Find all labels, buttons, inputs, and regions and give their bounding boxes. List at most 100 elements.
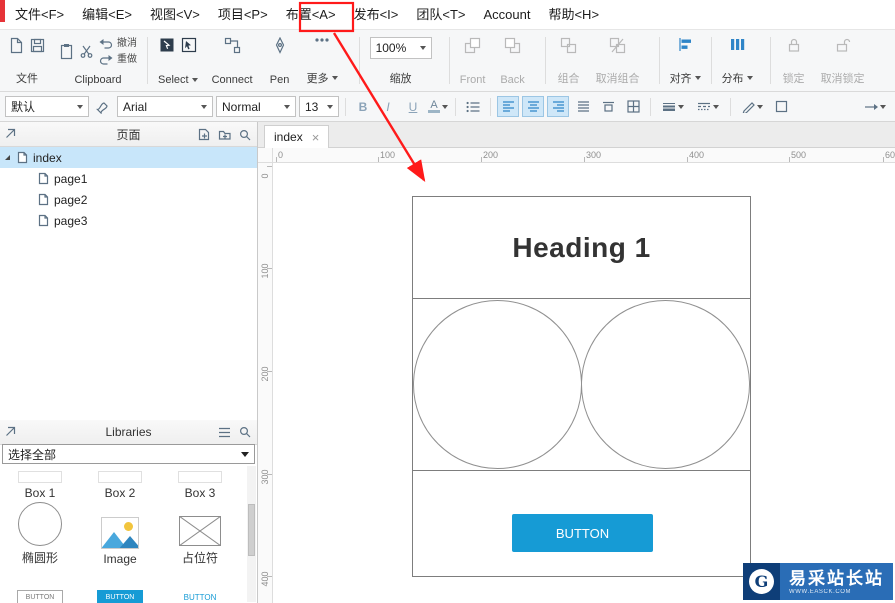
menu-item-arrange[interactable]: 布置<A> bbox=[280, 1, 342, 29]
group-button[interactable] bbox=[560, 37, 577, 54]
menu-item-view[interactable]: 视图<V> bbox=[144, 1, 206, 29]
line-style-select[interactable] bbox=[692, 96, 724, 117]
font-size-select[interactable]: 13 bbox=[299, 96, 339, 117]
ungroup-button[interactable] bbox=[609, 37, 626, 54]
library-item-box2[interactable]: Box 2 bbox=[80, 466, 160, 500]
wireframe-circle-left[interactable] bbox=[413, 300, 582, 469]
axure-app-window: 文件<F> 编辑<E> 视图<V> 项目<P> 布置<A> 发布<I> 团队<T… bbox=[0, 0, 895, 603]
undo-label: 撤消 bbox=[117, 38, 137, 49]
design-canvas[interactable]: Heading 1 BUTTON bbox=[273, 163, 895, 603]
font-color-button[interactable]: A bbox=[427, 96, 449, 117]
tree-item-page1[interactable]: page1 bbox=[0, 168, 257, 189]
toolbar-separator bbox=[147, 37, 148, 84]
wireframe-circles-section[interactable] bbox=[413, 299, 750, 471]
align-left-button[interactable] bbox=[497, 96, 519, 117]
box-thumbnail bbox=[98, 471, 142, 483]
select-intersect-button[interactable] bbox=[181, 37, 197, 53]
undo-icon bbox=[99, 38, 113, 49]
zoom-select[interactable]: 100% bbox=[369, 37, 432, 59]
tree-item-index[interactable]: index bbox=[0, 147, 257, 168]
save-button[interactable] bbox=[30, 38, 45, 53]
more-shapes-button[interactable] bbox=[314, 37, 330, 43]
scrollbar-thumb[interactable] bbox=[248, 504, 255, 556]
libraries-collapse-button[interactable] bbox=[5, 426, 16, 437]
redo-button[interactable]: 重做 bbox=[99, 53, 137, 66]
menu-item-file[interactable]: 文件<F> bbox=[9, 1, 70, 29]
font-weight-select[interactable]: Normal bbox=[216, 96, 296, 117]
bold-button[interactable]: B bbox=[352, 96, 374, 117]
tab-index[interactable]: index × bbox=[264, 125, 330, 148]
pages-collapse-button[interactable] bbox=[5, 128, 16, 139]
toolbar-separator bbox=[710, 37, 712, 84]
close-icon[interactable]: × bbox=[312, 131, 320, 144]
align-right-button[interactable] bbox=[547, 96, 569, 117]
wireframe-button[interactable]: BUTTON bbox=[512, 514, 653, 552]
chevron-down-icon bbox=[331, 76, 338, 80]
underline-button[interactable]: U bbox=[402, 96, 424, 117]
library-item-ellipse[interactable]: 椭圆形 bbox=[0, 500, 80, 566]
line-weight-select[interactable] bbox=[657, 96, 689, 117]
unlock-button[interactable] bbox=[835, 37, 851, 53]
vertical-align-button[interactable] bbox=[597, 96, 619, 117]
bullet-list-button[interactable] bbox=[462, 96, 484, 117]
library-item-box1[interactable]: Box 1 bbox=[0, 466, 80, 500]
zoom-value: 100% bbox=[375, 41, 407, 55]
libraries-scrollbar[interactable] bbox=[247, 466, 256, 602]
menu-item-account[interactable]: Account bbox=[477, 1, 536, 29]
align-center-button[interactable] bbox=[522, 96, 544, 117]
library-item-button-fill[interactable]: BUTTON bbox=[80, 566, 160, 603]
tree-item-page3[interactable]: page3 bbox=[0, 210, 257, 231]
pages-panel-title: 页面 bbox=[116, 127, 141, 142]
bring-front-button[interactable] bbox=[464, 37, 481, 54]
library-item-placeholder[interactable]: 占位符 bbox=[160, 500, 240, 566]
wireframe-container-rect[interactable]: Heading 1 BUTTON bbox=[412, 196, 751, 577]
cut-button[interactable] bbox=[80, 45, 93, 58]
library-filter-select[interactable]: 选择全部 bbox=[2, 444, 255, 464]
send-back-button[interactable] bbox=[504, 37, 521, 54]
grid-button[interactable] bbox=[622, 96, 644, 117]
border-visibility-button[interactable] bbox=[770, 96, 792, 117]
align-justify-button[interactable] bbox=[572, 96, 594, 117]
widget-style-select[interactable]: 默认 bbox=[5, 96, 89, 117]
menu-item-team[interactable]: 团队<T> bbox=[410, 1, 471, 29]
format-painter-button[interactable] bbox=[92, 96, 114, 117]
menu-item-edit[interactable]: 编辑<E> bbox=[76, 1, 138, 29]
libraries-menu-button[interactable] bbox=[218, 427, 231, 438]
library-item-box3[interactable]: Box 3 bbox=[160, 466, 240, 500]
pen-button[interactable] bbox=[273, 37, 287, 54]
wireframe-heading-section[interactable]: Heading 1 bbox=[413, 197, 750, 299]
wireframe-heading[interactable]: Heading 1 bbox=[512, 232, 650, 264]
border-pen-button[interactable] bbox=[737, 96, 767, 117]
select-tool-button[interactable] bbox=[159, 37, 175, 53]
library-item-button-link[interactable]: BUTTON bbox=[160, 566, 240, 603]
pages-search-button[interactable] bbox=[239, 129, 251, 141]
chevron-down-icon bbox=[678, 104, 684, 109]
font-family-select[interactable]: Arial bbox=[117, 96, 213, 117]
libraries-search-button[interactable] bbox=[239, 426, 251, 438]
search-icon bbox=[239, 129, 251, 140]
lock-button[interactable] bbox=[787, 37, 801, 53]
new-file-button[interactable] bbox=[9, 37, 24, 54]
menu-item-project[interactable]: 项目<P> bbox=[212, 1, 274, 29]
library-item-image[interactable]: Image bbox=[80, 500, 160, 566]
align-button[interactable] bbox=[678, 37, 693, 52]
menu-item-help[interactable]: 帮助<H> bbox=[542, 1, 605, 29]
tree-item-page2[interactable]: page2 bbox=[0, 189, 257, 210]
undo-button[interactable]: 撤消 bbox=[99, 37, 137, 50]
connect-button[interactable] bbox=[224, 37, 241, 54]
tree-item-label: page2 bbox=[54, 192, 88, 207]
arrow-style-select[interactable] bbox=[860, 96, 890, 117]
menu-item-publish[interactable]: 发布<I> bbox=[348, 1, 405, 29]
distribute-button[interactable] bbox=[730, 37, 745, 52]
chevron-down-icon bbox=[694, 76, 701, 80]
italic-button[interactable]: I bbox=[377, 96, 399, 117]
paste-button[interactable] bbox=[59, 43, 74, 60]
redo-icon bbox=[99, 54, 113, 65]
toolbar-separator bbox=[358, 37, 360, 84]
wireframe-circle-right[interactable] bbox=[581, 300, 750, 469]
add-folder-button[interactable] bbox=[218, 129, 231, 141]
expand-twisty-icon[interactable] bbox=[5, 155, 10, 160]
library-item-button-outline[interactable]: BUTTON bbox=[0, 566, 80, 603]
add-page-button[interactable] bbox=[198, 128, 210, 141]
wireframe-footer-section[interactable]: BUTTON bbox=[413, 471, 750, 576]
